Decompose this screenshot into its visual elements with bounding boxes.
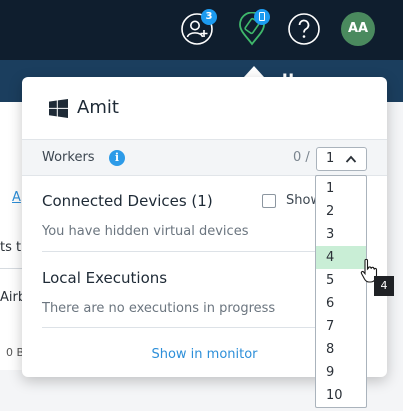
connected-devices-title: Connected Devices (1) xyxy=(42,192,213,210)
local-executions-title: Local Executions xyxy=(42,269,168,287)
dropdown-option[interactable]: 1 xyxy=(316,177,366,200)
device-badge-icon xyxy=(254,9,270,25)
help-icon xyxy=(288,13,320,45)
workers-select[interactable]: 1 xyxy=(316,147,367,171)
workers-label: Workers xyxy=(42,150,95,165)
contacts-count-badge: 3 xyxy=(201,9,217,25)
machine-name-title: Amit xyxy=(77,97,119,118)
hidden-devices-text: You have hidden virtual devices xyxy=(42,224,249,239)
workers-count: 0 / xyxy=(293,150,310,165)
dropdown-option[interactable]: 9 xyxy=(316,361,366,384)
help-button[interactable] xyxy=(287,12,321,46)
popover-header: Amit xyxy=(22,77,387,139)
popover-arrow xyxy=(244,66,264,77)
no-executions-text: There are no executions in progress xyxy=(42,301,276,316)
workers-select-value: 1 xyxy=(326,151,335,166)
windows-icon xyxy=(49,99,68,118)
dropdown-option[interactable]: 5 xyxy=(316,269,366,292)
workers-dropdown-list[interactable]: 1 2 3 4 5 6 7 8 9 10 xyxy=(315,175,367,408)
dropdown-option[interactable]: 6 xyxy=(316,292,366,315)
dropdown-option[interactable]: 8 xyxy=(316,338,366,361)
workers-row: Workers i 0 / 1 xyxy=(22,139,387,176)
show-hidden-checkbox[interactable] xyxy=(262,194,276,208)
add-user-button[interactable]: 3 xyxy=(180,9,217,46)
dropdown-option[interactable]: 10 xyxy=(316,384,366,407)
background-text-fragment: ts t xyxy=(0,240,22,255)
device-status-button[interactable] xyxy=(235,9,270,46)
user-avatar[interactable]: AA xyxy=(341,12,375,46)
chevron-up-icon xyxy=(345,154,357,164)
dropdown-option-hovered[interactable]: 4 xyxy=(316,246,366,269)
dropdown-option[interactable]: 7 xyxy=(316,315,366,338)
info-icon[interactable]: i xyxy=(109,150,125,166)
background-tab-fragment: A xyxy=(12,190,21,205)
dropdown-option[interactable]: 3 xyxy=(316,223,366,246)
background-divider xyxy=(0,268,22,269)
dropdown-option[interactable]: 2 xyxy=(316,200,366,223)
hover-tooltip: 4 xyxy=(374,276,394,296)
